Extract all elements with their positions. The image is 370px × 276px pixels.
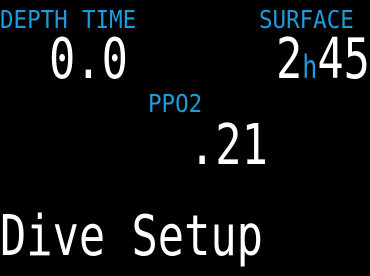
surface-interval-value: 2h45m [276,32,370,88]
menu-item-dive-setup[interactable]: Dive Setup [0,205,263,269]
surface-hours: 2 [276,27,303,92]
surface-minutes: 45 [317,27,370,92]
depth-value: 0.0 [49,27,128,92]
ppo2-value: .21 [189,113,268,178]
surface-hours-unit: h [302,48,318,86]
dive-computer-screen: DEPTH TIME SURFACE 0.0 2h45m PPO2 .21 Di… [0,0,370,276]
